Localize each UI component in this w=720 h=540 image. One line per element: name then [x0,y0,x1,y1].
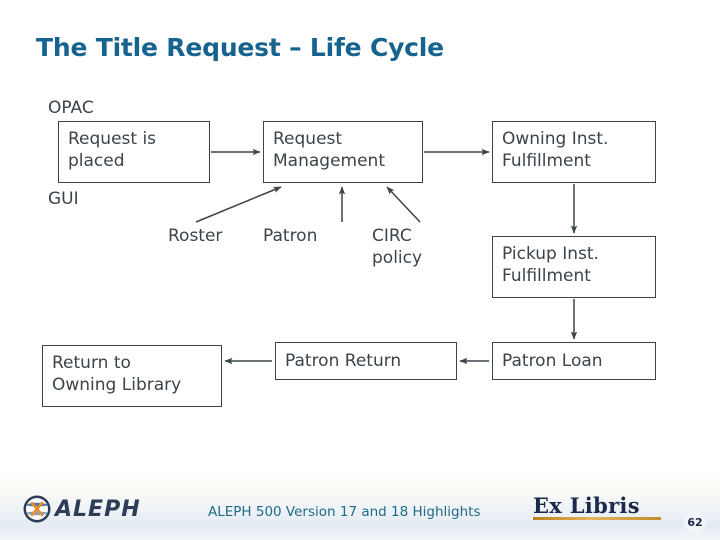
node-owning-inst-fulfillment[interactable]: Owning Inst. Fulfillment [492,121,656,183]
page-number-badge: 62 [684,511,706,533]
exlibris-logo: Ex Libris [533,495,663,520]
aleph-wordmark: ALEPH [55,496,141,522]
label-patron: Patron [263,226,318,246]
node-patron-loan[interactable]: Patron Loan [492,342,656,380]
node-request-placed[interactable]: Request is placed [58,121,210,183]
footer-caption: ALEPH 500 Version 17 and 18 Highlights [208,504,481,520]
node-patron-return[interactable]: Patron Return [275,342,457,380]
node-pickup-inst-fulfillment[interactable]: Pickup Inst. Fulfillment [492,236,656,298]
node-return-to-owning-library[interactable]: Return to Owning Library [42,345,222,407]
label-gui: GUI [48,189,79,209]
aleph-logo: ALEPH [22,494,141,524]
exlibris-wordmark: Ex Libris [533,493,640,518]
flowchart-diagram: Request is placed Request Management Own… [0,0,720,470]
label-roster: Roster [168,226,223,246]
edge-roster-to-management [195,186,282,223]
edge-circ-policy-to-management [386,186,421,223]
node-request-management[interactable]: Request Management [263,121,423,183]
label-opac: OPAC [48,98,94,118]
label-circ-policy: CIRC policy [372,226,423,269]
aleph-globe-icon [22,494,52,524]
footer-divider [0,470,720,473]
